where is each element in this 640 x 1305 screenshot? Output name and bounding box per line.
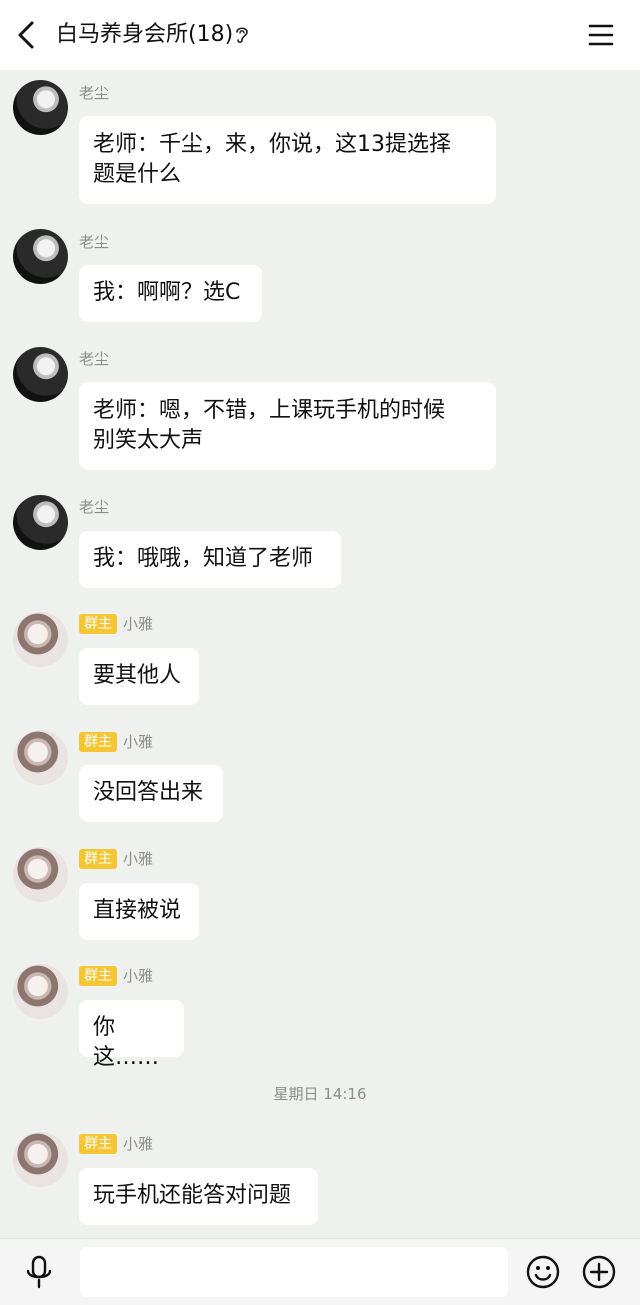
sender-name: 小雅 <box>123 967 154 985</box>
sender-name: 小雅 <box>123 615 154 633</box>
message-bubble[interactable]: 我：啊啊？选C <box>79 265 262 322</box>
owner-badge: 群主 <box>79 614 117 634</box>
message-text-line: 玩手机还能答对问题 <box>93 1183 292 1208</box>
sender-name: 老尘 <box>79 84 110 102</box>
voice-button[interactable] <box>24 1255 54 1289</box>
microphone-icon <box>26 1255 52 1289</box>
owner-badge: 群主 <box>79 966 117 986</box>
message-bubble[interactable]: 要其他人 <box>79 648 199 705</box>
sender-row: 群主 小雅 <box>79 613 153 635</box>
menu-button[interactable] <box>588 22 614 48</box>
timestamp: 星期日 14:16 <box>273 1085 367 1103</box>
message-bubble[interactable]: 你这…… <box>79 1000 184 1070</box>
message-text-line: 老师：嗯，不错，上课玩手机的时候 <box>93 398 446 423</box>
owner-badge: 群主 <box>79 732 117 752</box>
chat-header: 白马养身会所(18) <box>0 0 640 70</box>
message-bubble[interactable]: 直接被说 <box>79 883 199 940</box>
ear-icon <box>234 25 250 45</box>
message-text-line: 没回答出来 <box>93 780 204 805</box>
hamburger-menu-icon <box>588 24 614 46</box>
message-bubble[interactable]: 老师：嗯，不错，上课玩手机的时候 别笑太大声 <box>79 382 496 470</box>
message-text-line: 要其他人 <box>93 663 182 688</box>
plus-circle-icon <box>582 1255 616 1289</box>
input-bar <box>0 1238 640 1305</box>
sender-name: 小雅 <box>123 1135 154 1153</box>
sender-name: 老尘 <box>79 498 110 516</box>
sender-name: 小雅 <box>123 733 154 751</box>
avatar[interactable] <box>13 495 68 550</box>
message-bubble[interactable]: 老师：千尘，来，你说，这13提选择 题是什么 <box>79 116 496 204</box>
sender-row: 群主 小雅 <box>79 848 153 870</box>
message-text-line: 题是什么 <box>93 162 182 187</box>
sender-row: 群主 小雅 <box>79 731 153 753</box>
sender-row: 群主 小雅 <box>79 1133 153 1155</box>
message-text-line: 我：啊啊？选C <box>93 280 241 305</box>
sender-name: 老尘 <box>79 350 110 368</box>
avatar[interactable] <box>13 612 68 667</box>
message-list[interactable]: 老尘 老师：千尘，来，你说，这13提选择 题是什么 老尘 我：啊啊？选C 老尘 … <box>0 70 640 1238</box>
sender-row: 老尘 <box>79 348 109 370</box>
message-text-line: 直接被说 <box>93 898 182 923</box>
message-text-line: 你这…… <box>93 1015 160 1070</box>
message-text-line: 老师：千尘，来，你说，这13提选择 <box>93 132 451 157</box>
sender-row: 老尘 <box>79 231 109 253</box>
message-bubble[interactable]: 玩手机还能答对问题 <box>79 1168 318 1225</box>
avatar[interactable] <box>13 847 68 902</box>
avatar[interactable] <box>13 1132 68 1187</box>
more-button[interactable] <box>582 1255 616 1289</box>
message-text-line: 别笑太大声 <box>93 428 204 453</box>
chat-title: 白马养身会所(18) <box>56 22 234 47</box>
owner-badge: 群主 <box>79 1134 117 1154</box>
avatar[interactable] <box>13 730 68 785</box>
message-input[interactable] <box>80 1247 508 1297</box>
sender-name: 老尘 <box>79 233 110 251</box>
message-text-line: 我：哦哦，知道了老师 <box>93 546 314 571</box>
avatar[interactable] <box>13 80 68 135</box>
sender-row: 群主 小雅 <box>79 965 153 987</box>
avatar[interactable] <box>13 964 68 1019</box>
avatar[interactable] <box>13 229 68 284</box>
back-button[interactable] <box>12 18 44 52</box>
sender-name: 小雅 <box>123 850 154 868</box>
sender-row: 老尘 <box>79 82 109 104</box>
owner-badge: 群主 <box>79 849 117 869</box>
message-bubble[interactable]: 没回答出来 <box>79 765 223 822</box>
emoji-button[interactable] <box>526 1255 560 1289</box>
avatar[interactable] <box>13 347 68 402</box>
chevron-left-icon <box>18 21 34 49</box>
smiley-icon <box>526 1255 560 1289</box>
message-bubble[interactable]: 我：哦哦，知道了老师 <box>79 531 341 588</box>
sender-row: 老尘 <box>79 496 109 518</box>
